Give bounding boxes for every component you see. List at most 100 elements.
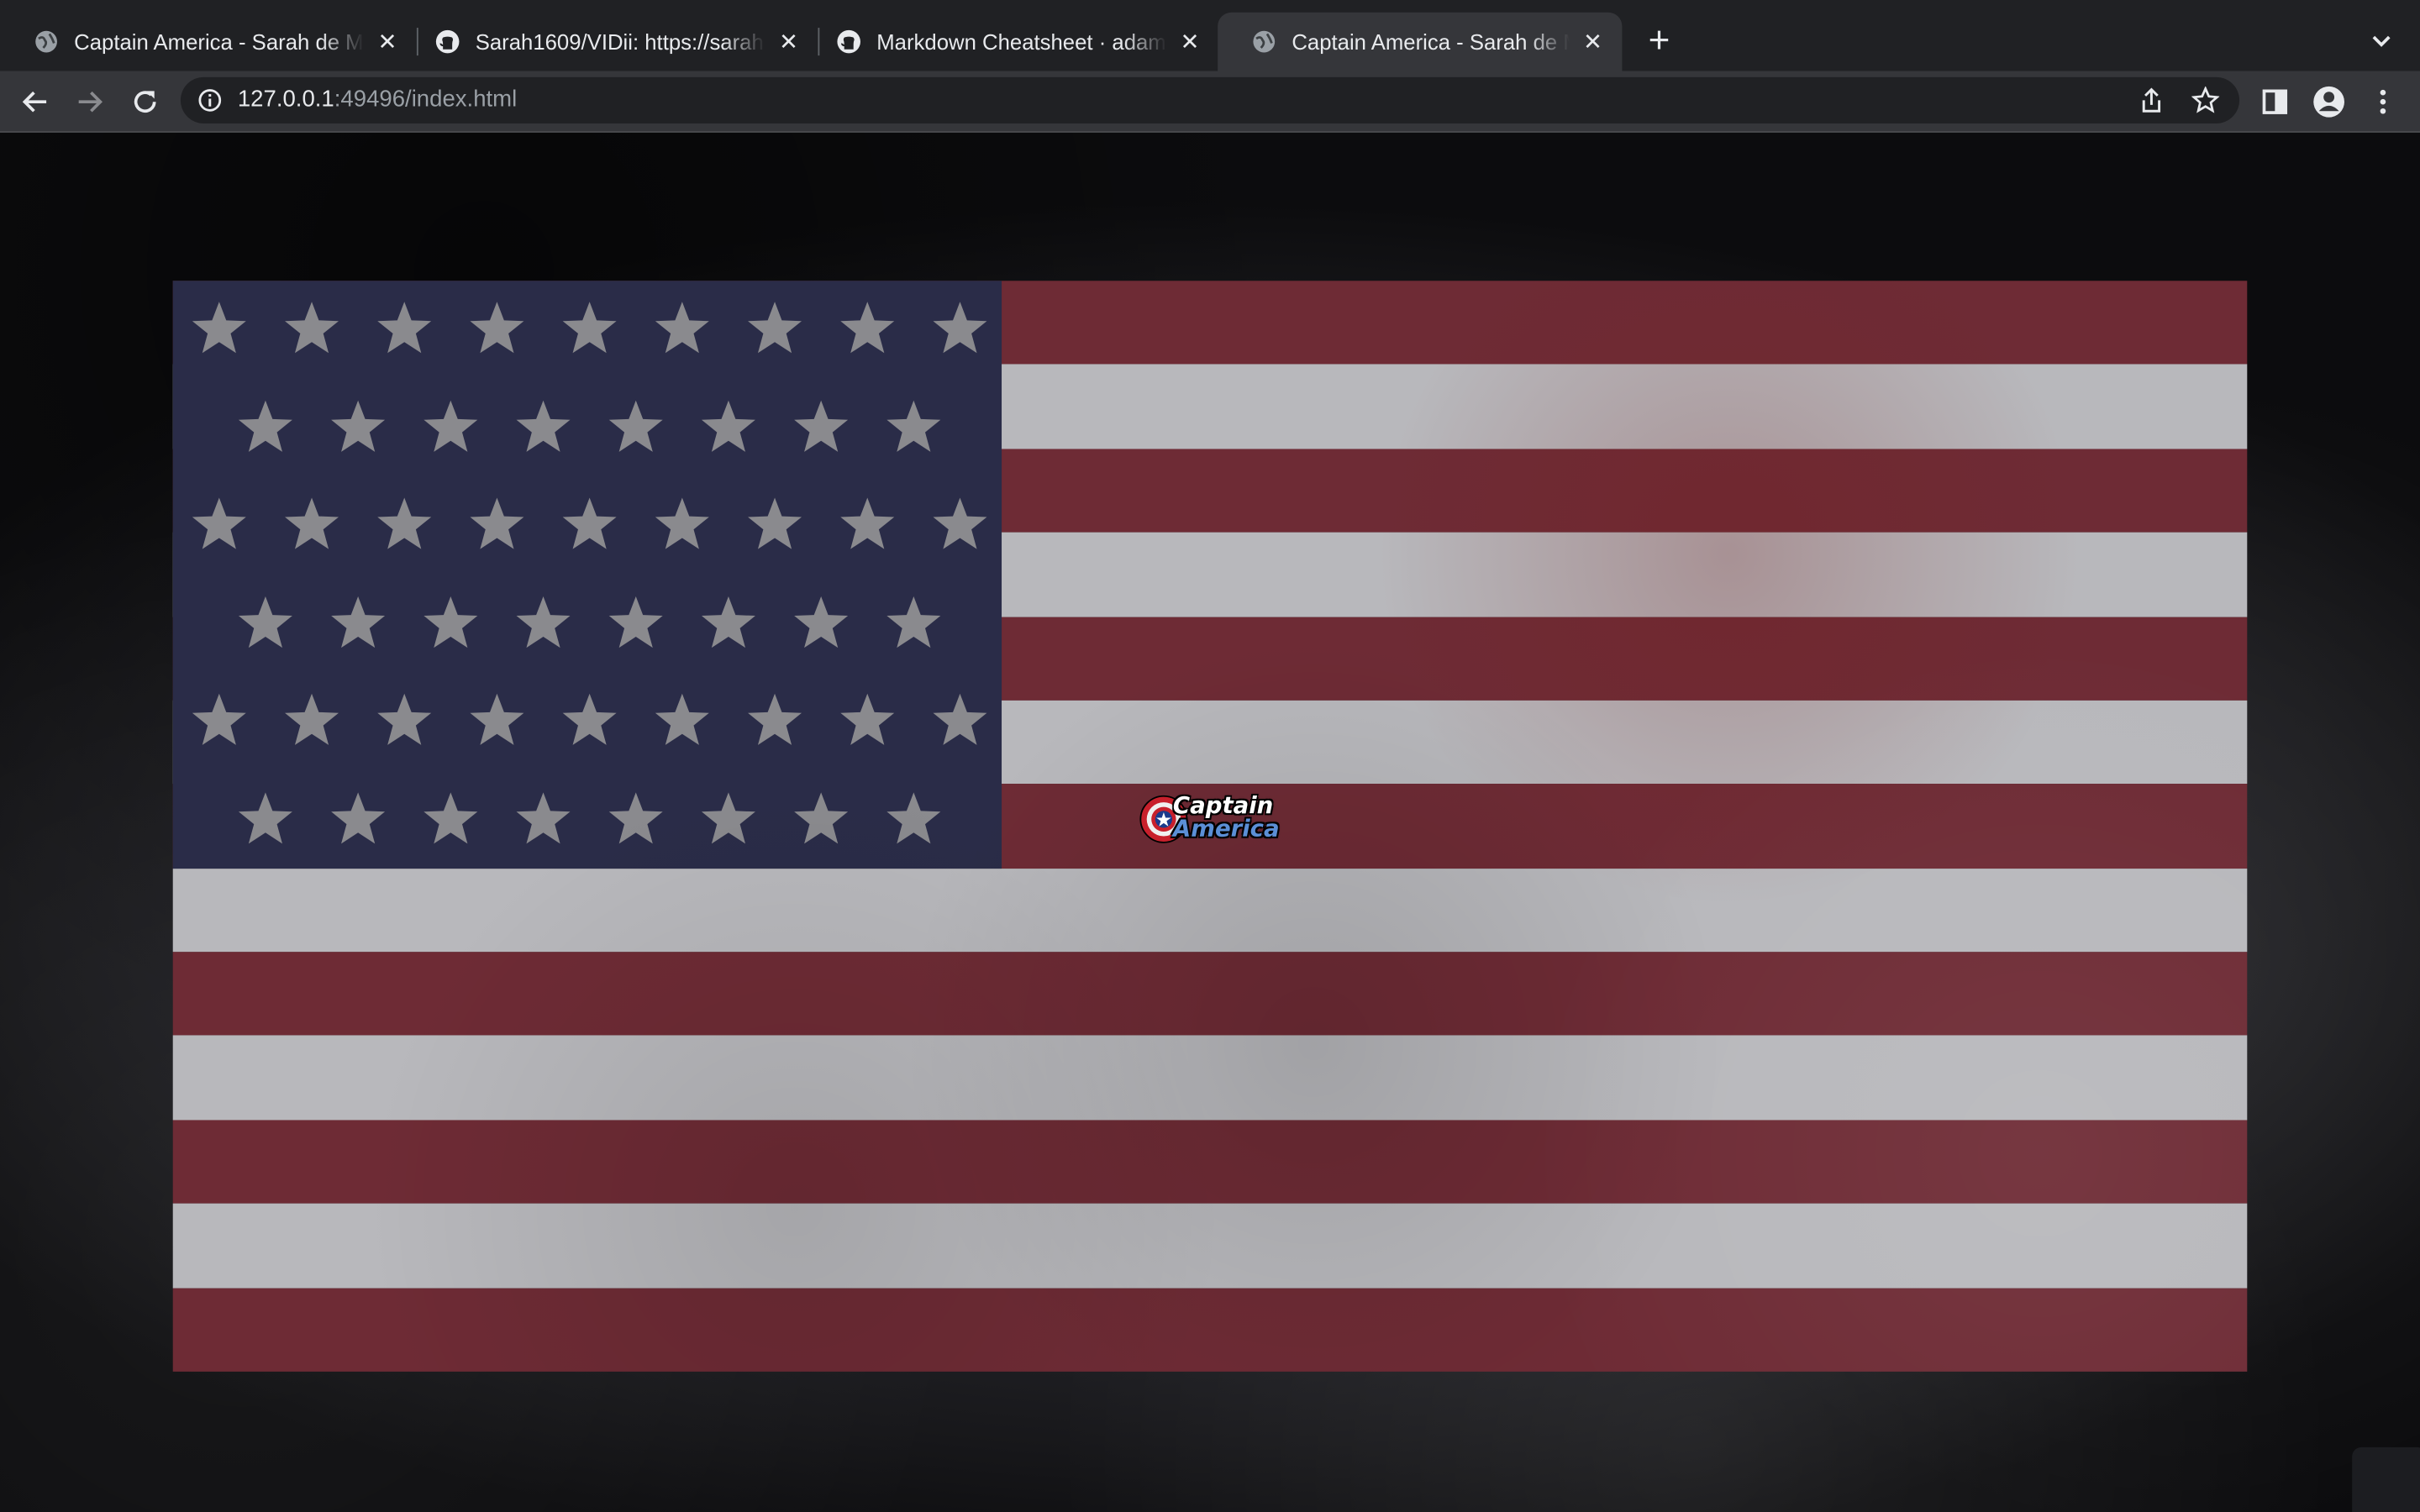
toolbar: 127.0.0.1:49496/index.html bbox=[0, 71, 2420, 133]
flag-star-icon bbox=[701, 596, 755, 648]
profile-icon bbox=[2313, 86, 2345, 118]
close-icon[interactable]: ✕ bbox=[775, 28, 802, 55]
close-icon[interactable]: ✕ bbox=[1176, 28, 1204, 55]
flag-star-icon bbox=[238, 791, 292, 843]
flag-star-icon bbox=[562, 302, 617, 354]
flag-star-icon bbox=[933, 302, 987, 354]
flag-star-icon bbox=[794, 791, 849, 843]
flag-star-icon bbox=[331, 399, 386, 451]
flag-star-icon bbox=[701, 791, 755, 843]
flag-stripe-red bbox=[172, 1120, 2248, 1205]
flag-star-icon bbox=[424, 791, 478, 843]
tab-captain-america-active[interactable]: Captain America - Sarah de Mo ✕ bbox=[1218, 12, 1623, 71]
flag-canton bbox=[172, 281, 1002, 869]
globe-icon bbox=[1252, 29, 1276, 54]
close-icon[interactable]: ✕ bbox=[1579, 28, 1607, 55]
flag-star-icon bbox=[886, 791, 941, 843]
flag-star-icon bbox=[192, 693, 246, 745]
flag-stripe-white bbox=[172, 868, 2248, 953]
arrow-left-icon bbox=[22, 91, 47, 113]
flag-star-icon bbox=[562, 497, 617, 549]
flag-star-icon bbox=[655, 693, 709, 745]
tab-strip: Captain America - Sarah de Mo ✕ Sarah160… bbox=[0, 0, 2420, 71]
tab-title: Captain America - Sarah de Mo bbox=[1292, 29, 1570, 55]
tab-title: Markdown Cheatsheet · adam- bbox=[876, 29, 1167, 55]
flag-star-icon bbox=[840, 302, 895, 354]
flag-star-icon bbox=[238, 596, 292, 648]
url-path: :49496/index.html bbox=[334, 86, 518, 113]
flag-stripe-white bbox=[172, 1204, 2248, 1288]
flag-star-icon bbox=[285, 497, 339, 549]
tab-vidii-github[interactable]: Sarah1609/VIDii: https://sarah1 ✕ bbox=[402, 13, 818, 71]
tab-title: Sarah1609/VIDii: https://sarah1 bbox=[475, 29, 766, 55]
flag-star-icon bbox=[701, 399, 755, 451]
browser-window: Captain America - Sarah de Mo ✕ Sarah160… bbox=[0, 0, 2420, 1512]
flag-star-icon bbox=[238, 399, 292, 451]
flag-stripe-red bbox=[172, 952, 2248, 1037]
flag-star-icon bbox=[516, 399, 571, 451]
flag-star-icon bbox=[933, 693, 987, 745]
address-bar[interactable]: 127.0.0.1:49496/index.html bbox=[180, 76, 2240, 123]
bookmark-star-icon[interactable] bbox=[2190, 85, 2221, 116]
reload-button[interactable] bbox=[124, 81, 166, 123]
flag-star-icon bbox=[886, 596, 941, 648]
github-icon bbox=[837, 29, 861, 54]
flag-stripe-red bbox=[172, 1287, 2248, 1372]
new-tab-button[interactable]: + bbox=[1640, 23, 1677, 60]
captain-america-logo[interactable]: Captain America bbox=[1139, 791, 1281, 850]
back-button[interactable] bbox=[14, 81, 57, 123]
flag-star-icon bbox=[840, 693, 895, 745]
tab-title: Captain America - Sarah de Mo bbox=[74, 29, 365, 55]
flag-star-icon bbox=[470, 497, 524, 549]
kebab-menu-icon bbox=[2380, 89, 2386, 114]
flag-star-icon bbox=[608, 399, 663, 451]
flag-star-icon bbox=[470, 693, 524, 745]
github-icon bbox=[435, 29, 460, 54]
tab-captain-america-1[interactable]: Captain America - Sarah de Mo ✕ bbox=[0, 13, 417, 71]
share-icon[interactable] bbox=[2136, 85, 2167, 116]
flag-star-icon bbox=[748, 693, 802, 745]
side-panel-icon bbox=[2262, 89, 2288, 114]
flag-star-icon bbox=[285, 693, 339, 745]
flag-star-icon bbox=[377, 693, 432, 745]
flag-star-icon bbox=[331, 791, 386, 843]
menu-button[interactable] bbox=[2361, 81, 2404, 123]
arrow-right-icon bbox=[78, 91, 103, 113]
flag-star-icon bbox=[794, 596, 849, 648]
info-icon[interactable] bbox=[196, 87, 224, 114]
flag-star-icon bbox=[470, 302, 524, 354]
url-text: 127.0.0.1:49496/index.html bbox=[238, 87, 517, 113]
flag-star-icon bbox=[516, 791, 571, 843]
flag-star-icon bbox=[192, 302, 246, 354]
flag-star-icon bbox=[655, 302, 709, 354]
flag-star-icon bbox=[840, 497, 895, 549]
flag-star-icon bbox=[424, 399, 478, 451]
tab-markdown-cheatsheet[interactable]: Markdown Cheatsheet · adam- ✕ bbox=[802, 13, 1219, 71]
reload-icon bbox=[134, 91, 156, 113]
flag-star-icon bbox=[562, 693, 617, 745]
flag-star-icon bbox=[192, 497, 246, 549]
url-host: 127.0.0.1 bbox=[237, 86, 334, 113]
flag-star-icon bbox=[748, 497, 802, 549]
flag-star-icon bbox=[424, 596, 478, 648]
flag-star-icon bbox=[331, 596, 386, 648]
flag-star-icon bbox=[655, 497, 709, 549]
flag-star-icon bbox=[377, 497, 432, 549]
close-icon[interactable]: ✕ bbox=[373, 28, 401, 55]
flag-star-icon bbox=[516, 596, 571, 648]
side-panel-button[interactable] bbox=[2254, 81, 2296, 123]
flag-star-icon bbox=[608, 791, 663, 843]
flag-star-icon bbox=[608, 596, 663, 648]
flag-star-icon bbox=[377, 302, 432, 354]
flag-stripe-white bbox=[172, 1036, 2248, 1121]
flag-star-icon bbox=[794, 399, 849, 451]
corner-widget[interactable] bbox=[2352, 1446, 2420, 1512]
logo-word-america: America bbox=[1172, 814, 1280, 843]
flag-star-icon bbox=[933, 497, 987, 549]
flag-star-icon bbox=[285, 302, 339, 354]
chevron-down-icon[interactable] bbox=[2365, 24, 2398, 58]
flag-star-icon bbox=[748, 302, 802, 354]
forward-button[interactable] bbox=[68, 81, 111, 123]
page-content: Captain America bbox=[0, 132, 2420, 1512]
profile-button[interactable] bbox=[2307, 81, 2350, 123]
